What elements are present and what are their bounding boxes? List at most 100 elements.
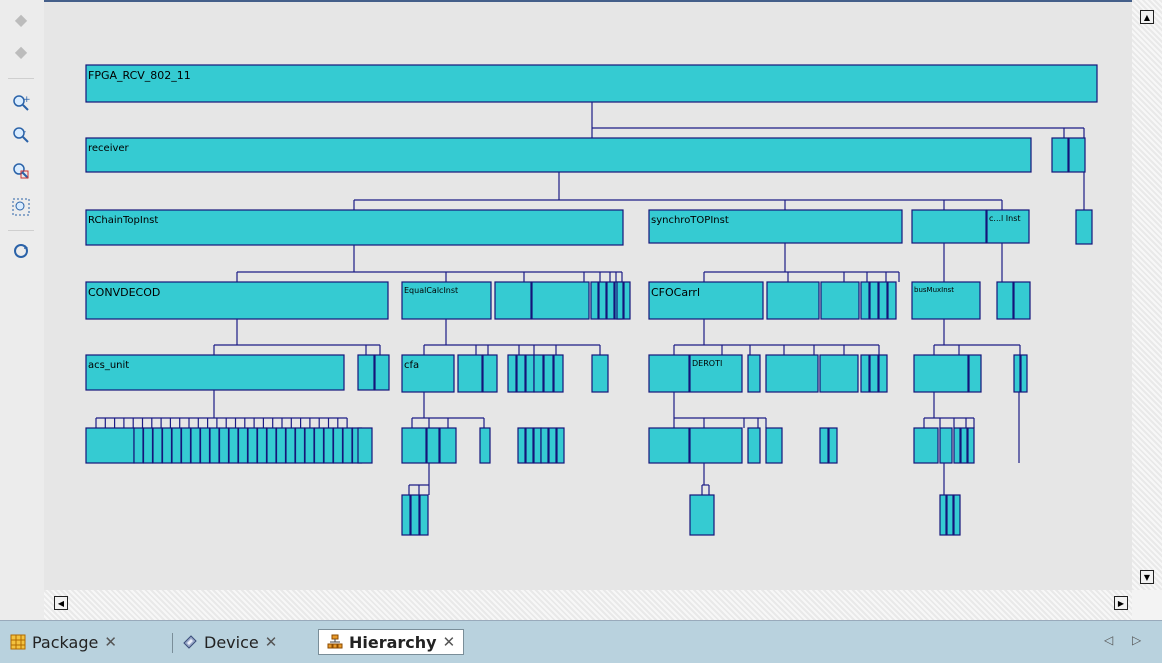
node-synchrotop[interactable]: synchroTOPInst [648,209,903,244]
node-small[interactable] [266,427,277,464]
node-small[interactable] [133,427,144,464]
node-small[interactable] [142,427,154,464]
node-small[interactable] [689,427,743,464]
refresh-icon[interactable] [10,240,32,262]
scroll-down-button[interactable]: ▼ [1140,570,1154,584]
node-small[interactable] [401,494,411,536]
node-small[interactable] [313,427,325,464]
node-small[interactable] [689,494,715,536]
node-small[interactable] [161,427,173,464]
node-small[interactable] [996,281,1014,320]
node-small[interactable] [616,281,624,320]
node-small[interactable] [494,281,532,320]
tab-hierarchy[interactable]: Hierarchy ✕ [318,629,465,655]
node-small[interactable] [878,281,888,320]
node-derot[interactable]: DEROTI [689,354,743,393]
node-small[interactable] [968,354,982,393]
node-cfa[interactable]: cfa [401,354,455,393]
close-icon[interactable]: ✕ [265,633,278,651]
node-acs-unit[interactable]: acs_unit [85,354,345,391]
node-small[interactable] [939,494,947,536]
node-small[interactable] [525,427,534,464]
hierarchy-canvas[interactable]: FPGA_RCV_802_11 receiver RChainTopInst sync… [44,0,1132,590]
node-small[interactable] [516,354,526,393]
node-small[interactable] [152,427,163,464]
node-small[interactable] [939,427,953,464]
node-small[interactable] [540,427,549,464]
node-convdecod[interactable]: CONVDECOD [85,281,389,320]
node-small[interactable] [401,427,427,464]
node-syn-b[interactable]: c...l Inst [986,209,1030,244]
scroll-up-button[interactable]: ▲ [1140,10,1154,24]
tab-package[interactable]: Package ✕ [10,629,117,655]
scroll-left-button[interactable]: ◀ [54,596,68,610]
node-receiver[interactable]: receiver [85,137,1032,173]
tab-device[interactable]: Device ✕ [182,629,277,655]
node-small[interactable] [1051,137,1069,173]
back-arrow-icon[interactable]: ◆ [10,9,32,31]
node-small[interactable] [426,427,440,464]
node-small[interactable] [285,427,296,464]
node-small[interactable] [482,354,498,393]
node-small[interactable] [946,494,954,536]
node-small[interactable] [828,427,838,464]
node-small[interactable] [357,427,373,464]
node-small[interactable] [374,354,390,391]
node-small[interactable] [648,427,690,464]
node-small[interactable] [869,354,879,393]
prev-tab-icon[interactable]: ◁ [1104,633,1113,647]
node-small[interactable] [820,281,860,320]
node-small[interactable] [533,354,544,393]
node-small[interactable] [507,354,517,393]
node-syn-a[interactable] [911,209,987,244]
node-small[interactable] [294,427,306,464]
node-small[interactable] [479,427,491,464]
node-small[interactable] [953,494,961,536]
forward-arrow-icon[interactable]: ◆ [10,41,32,63]
node-rchaintop[interactable]: RChainTopInst [85,209,624,246]
node-small[interactable] [747,354,761,393]
node-small[interactable] [591,354,609,393]
node-small[interactable] [869,281,879,320]
node-small[interactable] [819,427,829,464]
node-small[interactable] [913,427,939,464]
node-small[interactable] [765,427,783,464]
node-small[interactable] [275,427,287,464]
node-small[interactable] [533,427,542,464]
zoom-out-icon[interactable]: - [10,124,32,146]
node-small[interactable] [199,427,211,464]
node-small[interactable] [256,427,268,464]
node-small[interactable] [525,354,535,393]
node-small[interactable] [860,281,870,320]
scroll-right-button[interactable]: ▶ [1114,596,1128,610]
node-small[interactable] [765,354,819,393]
node-small[interactable] [323,427,334,464]
node-small[interactable] [648,354,690,393]
node-small[interactable] [878,354,888,393]
vertical-scrollbar[interactable]: ▲ ▼ [1132,0,1162,590]
node-small[interactable] [548,427,557,464]
node-small[interactable] [913,354,969,393]
node-small[interactable] [1013,281,1031,320]
node-fpga-rcv[interactable]: FPGA_RCV_802_11 [85,64,1098,103]
node-small[interactable] [247,427,258,464]
node-small[interactable] [410,494,420,536]
node-cfocarrl[interactable]: CFOCarrl [648,281,764,320]
node-small[interactable] [766,281,820,320]
node-small[interactable] [517,427,526,464]
node-small[interactable] [887,281,897,320]
node-small[interactable] [357,354,375,391]
node-busmux[interactable]: busMuxInst [911,281,981,320]
node-small[interactable] [439,427,457,464]
node-small[interactable] [747,427,761,464]
node-small[interactable] [342,427,353,464]
node-small[interactable] [190,427,201,464]
node-small[interactable] [218,427,230,464]
node-small[interactable] [623,281,631,320]
node-small[interactable] [953,427,961,464]
node-small[interactable] [457,354,483,393]
node-small[interactable] [543,354,554,393]
node-small[interactable] [1013,354,1021,393]
zoom-select-icon[interactable] [10,160,32,182]
node-small[interactable] [1075,209,1093,245]
